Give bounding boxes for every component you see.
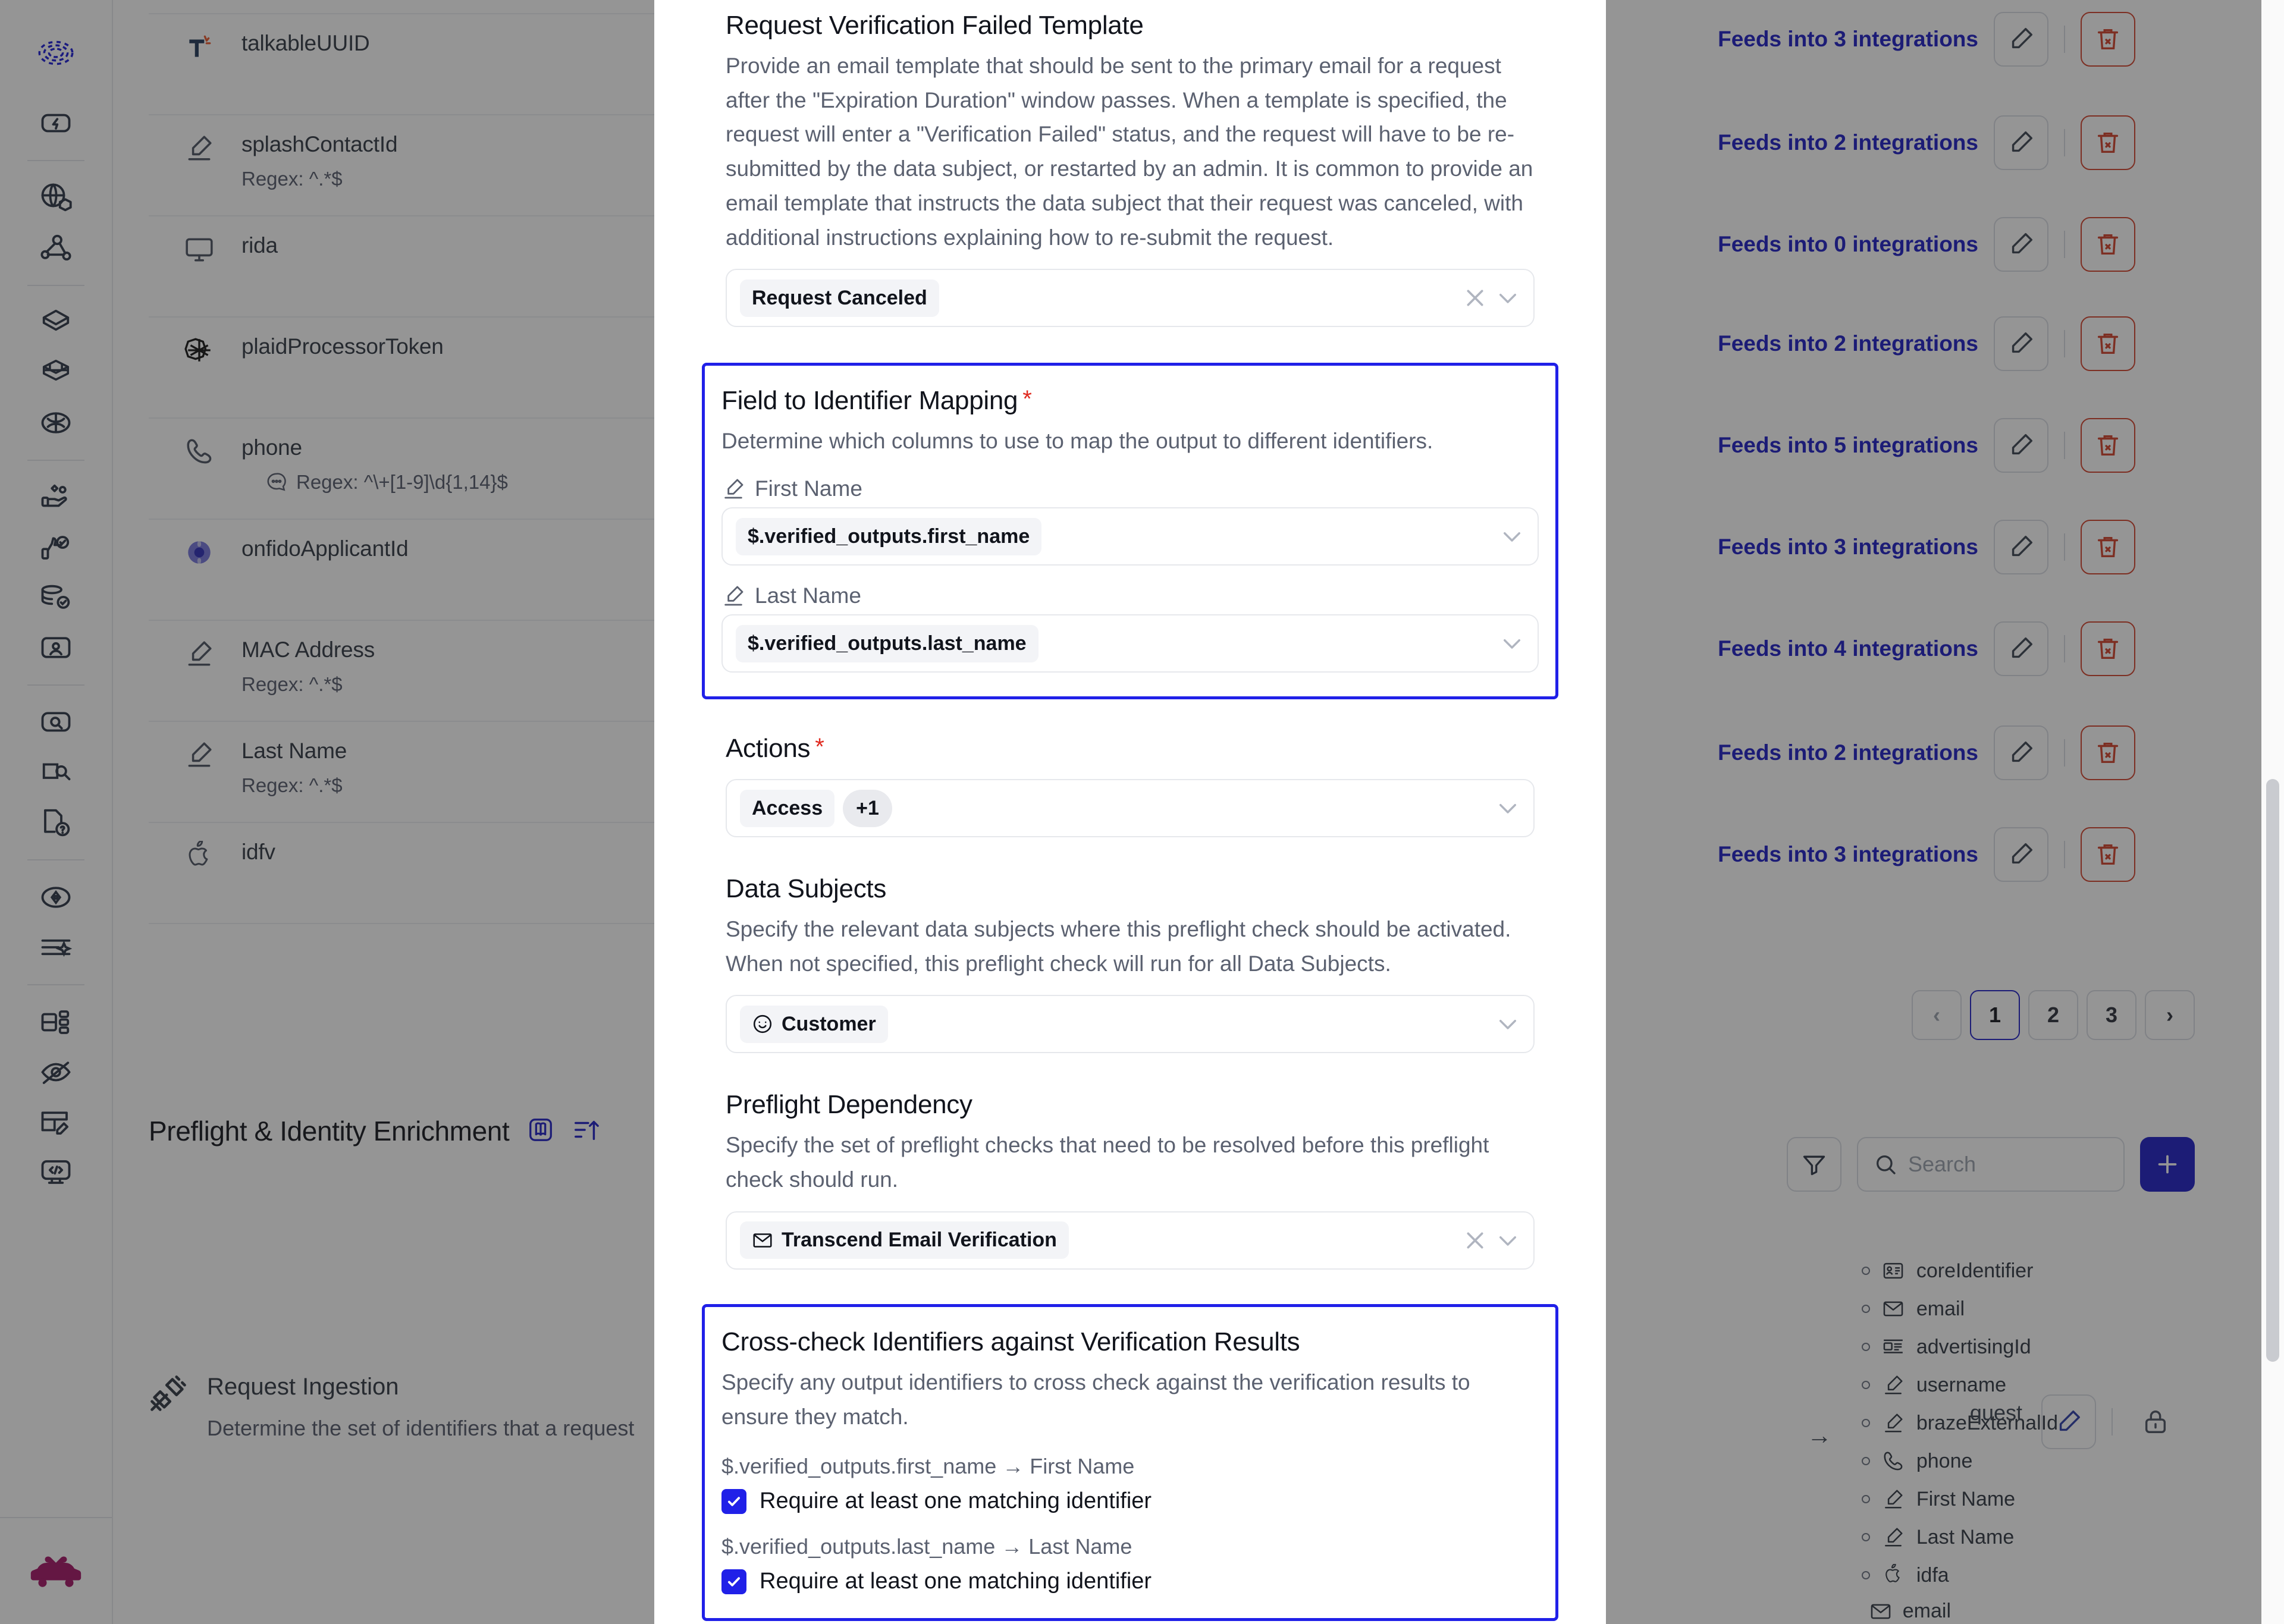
screen: Regex: ^.*$ talkableUUID [0, 0, 2284, 1624]
data-subject-chip: Customer [740, 1005, 888, 1043]
chevron-down-icon[interactable] [1499, 524, 1524, 549]
field-to-identifier-mapping-section: Field to Identifier Mapping * Determine w… [702, 363, 1558, 700]
selected-value-chip: $.verified_outputs.last_name [736, 624, 1039, 662]
mapping-label-last-name: Last Name [721, 583, 1539, 608]
verification-failed-template-select[interactable]: Request Canceled [726, 269, 1535, 328]
cross-check-row-first-name[interactable]: Require at least one matching identifier [721, 1488, 1539, 1514]
pencil-icon [724, 586, 743, 606]
section-description: Specify the relevant data subjects where… [726, 917, 1511, 976]
dependency-label: Transcend Email Verification [782, 1229, 1057, 1252]
selected-template-chip: Request Canceled [740, 279, 939, 317]
actions-section: Actions * Access +1 [678, 734, 1582, 838]
cross-check-mapping-first-name: $.verified_outputs.first_name → First Na… [721, 1454, 1135, 1479]
section-title-text: Actions [726, 734, 811, 764]
mapping-select-last-name[interactable]: $.verified_outputs.last_name [721, 614, 1539, 673]
section-title: Actions * [726, 734, 1535, 764]
action-overflow-chip: +1 [843, 789, 892, 827]
page-scrollbar-thumb[interactable] [2266, 779, 2279, 1362]
section-title-text: Field to Identifier Mapping [721, 386, 1018, 416]
chevron-down-icon[interactable] [1495, 285, 1520, 310]
clear-icon[interactable] [1463, 1229, 1487, 1252]
section-title: Request Verification Failed Template [726, 11, 1144, 40]
checkbox-checked-icon[interactable] [721, 1488, 746, 1514]
preflight-dependency-section: Preflight Dependency Specify the set of … [678, 1090, 1582, 1270]
section-description: Specify any output identifiers to cross … [721, 1369, 1470, 1429]
section-description: Determine which columns to use to map th… [721, 429, 1433, 454]
section-title: Preflight Dependency [726, 1090, 972, 1120]
chevron-down-icon[interactable] [1495, 1228, 1520, 1253]
mapping-label-text: Last Name [755, 583, 861, 608]
cross-check-row-last-name[interactable]: Require at least one matching identifier [721, 1569, 1539, 1594]
mapping-select-first-name[interactable]: $.verified_outputs.first_name [721, 507, 1539, 566]
envelope-icon [753, 1233, 772, 1248]
checkbox-label: Require at least one matching identifier [760, 1569, 1152, 1594]
mapping-label-first-name: First Name [721, 476, 1539, 501]
chevron-down-icon[interactable] [1495, 796, 1520, 821]
actions-select[interactable]: Access +1 [726, 779, 1535, 838]
section-description: Provide an email template that should be… [726, 54, 1533, 250]
chevron-down-icon[interactable] [1499, 631, 1524, 656]
section-title: Data Subjects [726, 874, 887, 904]
preflight-dependency-select[interactable]: Transcend Email Verification [726, 1211, 1535, 1270]
action-chip: Access [740, 789, 835, 827]
dependency-chip: Transcend Email Verification [740, 1221, 1069, 1259]
data-subjects-section: Data Subjects Specify the relevant data … [678, 874, 1582, 1054]
section-title: Field to Identifier Mapping * [721, 386, 1539, 416]
checkbox-checked-icon[interactable] [721, 1569, 746, 1594]
chevron-down-icon[interactable] [1495, 1012, 1520, 1036]
section-title: Cross-check Identifiers against Verifica… [721, 1327, 1300, 1356]
pencil-icon [724, 479, 743, 499]
smiley-face-icon [753, 1015, 772, 1034]
cross-check-identifiers-section: Cross-check Identifiers against Verifica… [702, 1303, 1558, 1622]
cross-check-mapping-last-name: $.verified_outputs.last_name → Last Name [721, 1534, 1132, 1559]
required-asterisk: * [1022, 386, 1032, 413]
data-subject-label: Customer [782, 1012, 876, 1035]
required-asterisk: * [815, 734, 824, 761]
verification-failed-template-section: Request Verification Failed Template Pro… [678, 0, 1582, 328]
section-description: Specify the set of preflight checks that… [726, 1133, 1489, 1192]
mapping-label-text: First Name [755, 476, 862, 501]
data-subjects-select[interactable]: Customer [726, 995, 1535, 1054]
checkbox-label: Require at least one matching identifier [760, 1488, 1152, 1514]
selected-value-chip: $.verified_outputs.first_name [736, 517, 1042, 555]
preflight-check-modal: Request Verification Failed Template Pro… [654, 0, 1606, 1624]
clear-icon[interactable] [1463, 286, 1487, 310]
